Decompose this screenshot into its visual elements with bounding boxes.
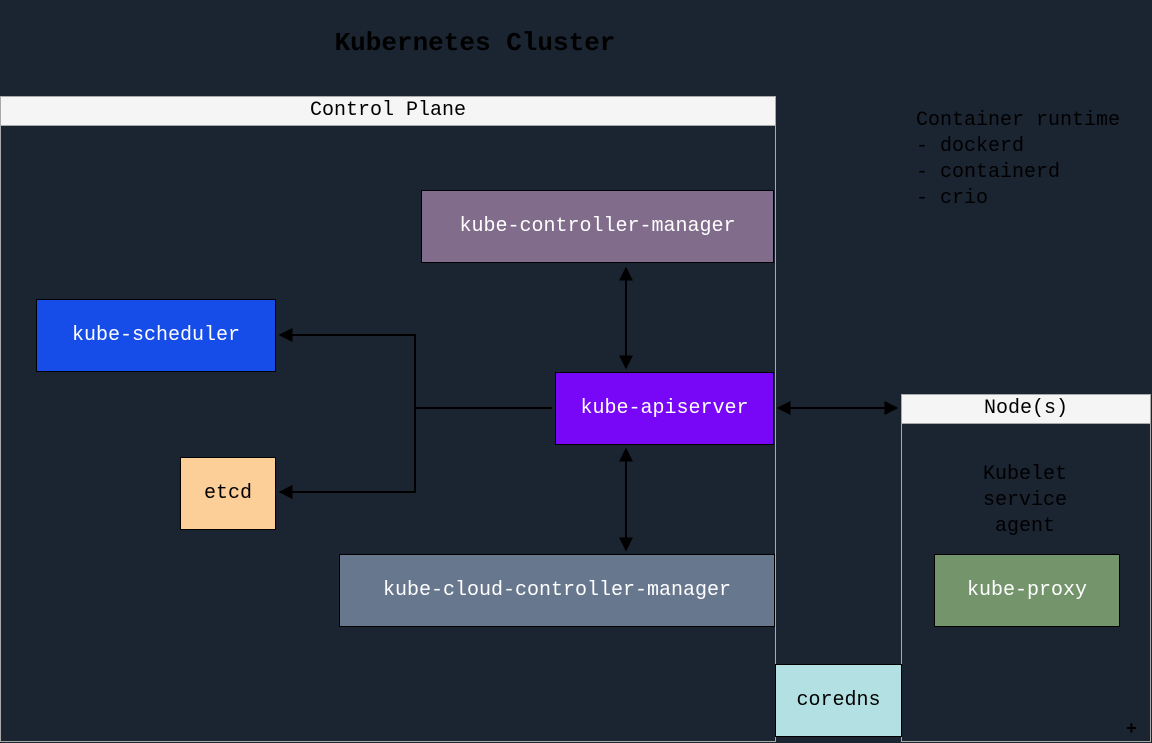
kube-apiserver-box: kube-apiserver — [555, 372, 774, 445]
kube-scheduler-box: kube-scheduler — [36, 299, 276, 372]
kubelet-label: Kubelet service agent — [960, 462, 1090, 540]
control-plane-header: Control Plane — [1, 97, 775, 126]
kube-cloud-controller-manager-box: kube-cloud-controller-manager — [339, 554, 775, 627]
container-runtime-note: Container runtime - dockerd - containerd… — [916, 108, 1120, 212]
coredns-box: coredns — [775, 664, 902, 737]
kube-controller-manager-box: kube-controller-manager — [421, 190, 774, 263]
etcd-box: etcd — [180, 457, 276, 530]
plus-icon: + — [1126, 720, 1137, 740]
node-header: Node(s) — [902, 395, 1150, 424]
diagram-title: Kubernetes Cluster — [0, 28, 950, 58]
kube-proxy-box: kube-proxy — [934, 554, 1120, 627]
